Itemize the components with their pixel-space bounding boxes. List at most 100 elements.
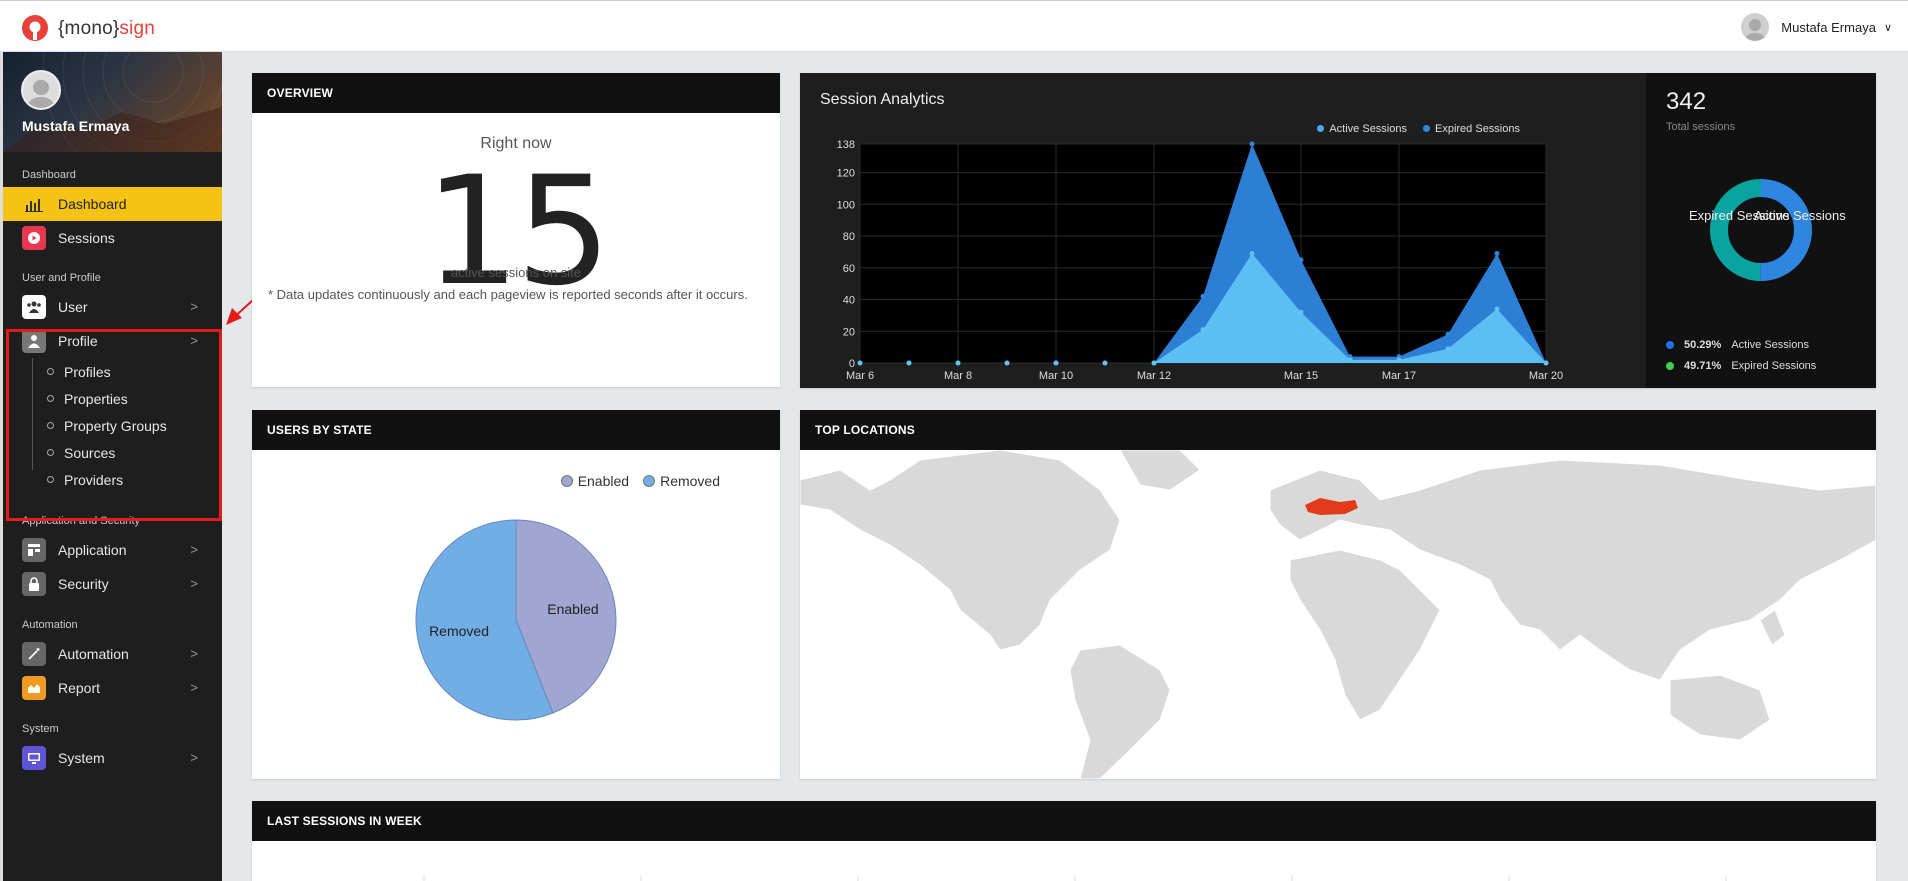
breakdown-row: 49.71% Expired Sessions <box>1666 360 1816 372</box>
data-point <box>1249 141 1255 147</box>
pie-label: Removed <box>429 623 489 639</box>
sidebar-user-name: Mustafa Ermaya <box>22 118 130 134</box>
y-tick-label: 138 <box>837 139 855 151</box>
donut-slice <box>1759 179 1812 281</box>
section-title-dashboard: Dashboard <box>22 169 76 181</box>
users-by-state-card: USERS BY STATE Enabled Removed Enabled Re… <box>252 410 780 779</box>
sidebar-item-label: Sessions <box>58 230 115 246</box>
card-header: USERS BY STATE <box>252 410 780 450</box>
avatar <box>1741 13 1770 41</box>
y-tick-label: 60 <box>843 263 855 275</box>
data-point <box>1200 327 1206 333</box>
data-point <box>1494 306 1500 312</box>
data-point <box>1298 257 1304 263</box>
chevron-right-icon: > <box>190 299 198 314</box>
monitor-icon <box>22 746 46 770</box>
data-point <box>1445 346 1451 352</box>
logo-icon <box>22 15 48 41</box>
data-point <box>1445 331 1451 337</box>
brand-logo[interactable]: {mono}sign <box>20 14 155 44</box>
y-tick-label: 100 <box>837 199 855 211</box>
data-point <box>857 360 863 366</box>
annotation-highlight-box <box>6 329 222 521</box>
session-analytics-card: Session Analytics Active Sessions Expire… <box>800 73 1876 388</box>
data-point <box>1347 357 1353 363</box>
x-tick-label: Mar 12 <box>1137 370 1171 382</box>
world-map[interactable] <box>800 450 1876 779</box>
data-point <box>1102 360 1108 366</box>
user-menu[interactable]: Mustafa Ermaya ∨ <box>1741 13 1892 41</box>
card-header: LAST SESSIONS IN WEEK <box>252 801 1876 841</box>
chevron-right-icon: > <box>190 542 198 557</box>
y-tick-label: 80 <box>843 231 855 243</box>
chevron-right-icon: > <box>190 680 198 695</box>
top-locations-card: TOP LOCATIONS <box>800 410 1876 779</box>
data-point <box>1494 251 1500 256</box>
sidebar-item-label: Application <box>58 542 127 558</box>
x-tick-label: Mar 10 <box>1039 370 1073 382</box>
user-name: Mustafa Ermaya <box>1781 19 1876 35</box>
session-area-chart[interactable]: Mar 6 Mar 8 Mar 10 Mar 12 Mar 15 Mar 17 Mar 20… <box>800 73 1646 388</box>
chevron-down-icon: ∨ <box>1883 21 1892 34</box>
data-point <box>1200 293 1206 299</box>
card-header: OVERVIEW <box>252 73 780 113</box>
sidebar-item-user[interactable]: User > <box>3 290 222 324</box>
last-sessions-card: LAST SESSIONS IN WEEK <box>252 801 1876 881</box>
legend-dot <box>1666 341 1674 349</box>
data-point <box>906 360 912 366</box>
users-icon <box>22 295 46 319</box>
chevron-right-icon: > <box>190 576 198 591</box>
top-bar: {mono}sign Mustafa Ermaya ∨ <box>0 0 1908 52</box>
x-tick-label: Mar 8 <box>944 370 972 382</box>
data-point <box>1543 360 1549 366</box>
x-tick-label: Mar 17 <box>1382 370 1416 382</box>
brand-name: {mono}sign <box>58 18 156 39</box>
donut-slice <box>1710 179 1762 281</box>
sidebar-item-application[interactable]: Application > <box>3 533 222 567</box>
y-tick-label: 20 <box>843 326 855 338</box>
x-tick-label: Mar 6 <box>846 370 874 382</box>
sessions-donut-chart[interactable]: Expired SessionsActive Sessions <box>1646 163 1876 363</box>
data-point <box>1151 360 1157 366</box>
y-tick-label: 40 <box>843 295 855 307</box>
sidebar-item-label: Dashboard <box>58 196 127 212</box>
sidebar-item-label: User <box>58 299 88 315</box>
bar-chart-icon <box>22 192 46 216</box>
sidebar-item-system[interactable]: System > <box>3 741 222 775</box>
sidebar-item-security[interactable]: Security > <box>3 567 222 601</box>
chevron-right-icon: > <box>190 646 198 661</box>
sidebar-profile: Mustafa Ermaya <box>3 52 222 152</box>
sidebar-item-label: Report <box>58 680 101 696</box>
x-tick-label: Mar 20 <box>1529 370 1563 382</box>
overview-note: * Data updates continuously and each pag… <box>268 287 748 302</box>
sidebar-avatar[interactable] <box>21 70 61 110</box>
sidebar-item-report[interactable]: Report > <box>3 671 222 705</box>
sidebar-item-label: System <box>58 750 105 766</box>
lock-icon <box>22 572 46 596</box>
x-tick-label: Mar 15 <box>1284 370 1318 382</box>
y-tick-label: 0 <box>849 358 855 370</box>
sidebar-item-automation[interactable]: Automation > <box>3 637 222 671</box>
users-state-pie-chart[interactable]: Enabled Removed <box>252 450 780 779</box>
section-title-automation: Automation <box>22 619 78 631</box>
chevron-right-icon: > <box>190 750 198 765</box>
total-sessions-value: 342 <box>1666 88 1707 115</box>
application-icon <box>22 538 46 562</box>
data-point <box>1004 360 1010 366</box>
data-point <box>1053 360 1059 366</box>
area-chart-icon <box>22 676 46 700</box>
section-title-user-profile: User and Profile <box>22 272 101 284</box>
total-sessions-panel: 342 Total sessions Expired Sessions Activ… <box>1646 73 1876 388</box>
sidebar-item-sessions[interactable]: Sessions <box>3 221 222 255</box>
sidebar-item-label: Security <box>58 576 109 592</box>
card-header: TOP LOCATIONS <box>800 410 1876 450</box>
pie-label: Enabled <box>547 601 598 617</box>
sidebar-item-dashboard[interactable]: Dashboard <box>3 187 222 221</box>
total-sessions-label: Total sessions <box>1666 121 1736 133</box>
section-title-system: System <box>22 723 59 735</box>
data-point <box>1298 309 1304 315</box>
record-icon <box>22 226 46 250</box>
last-sessions-chart[interactable] <box>252 841 1876 881</box>
donut-label: Active Sessions <box>1754 208 1846 223</box>
active-sessions-caption: active sessions on site <box>450 265 582 280</box>
